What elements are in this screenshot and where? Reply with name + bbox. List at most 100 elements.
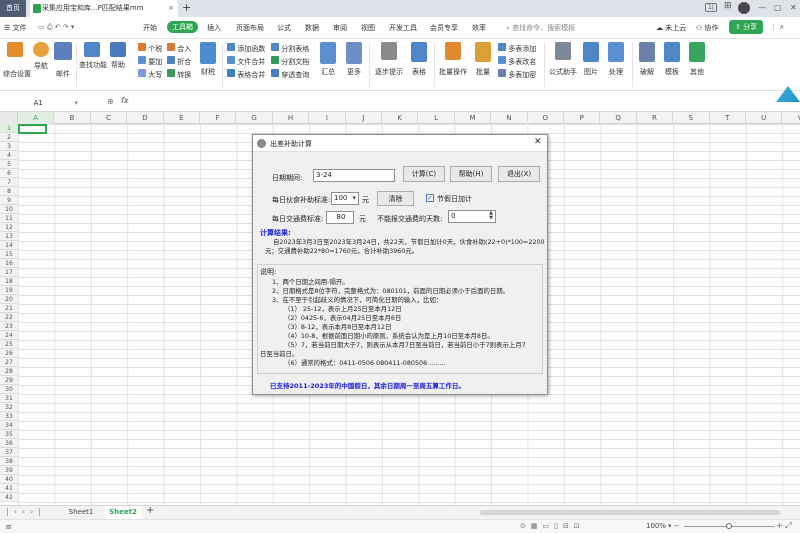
finance-button[interactable]: 财税 — [199, 42, 217, 77]
row-header-13[interactable]: 13 — [0, 232, 18, 241]
column-header-t[interactable]: T — [710, 112, 746, 124]
add-button[interactable]: 要加 — [138, 56, 162, 69]
row-header-4[interactable]: 4 — [0, 151, 18, 160]
row-header-32[interactable]: 32 — [0, 403, 18, 412]
minimize-icon[interactable]: — — [758, 3, 766, 12]
active-cell-a1[interactable] — [18, 124, 47, 134]
merge-in-button[interactable]: 合入 — [167, 43, 191, 56]
layout-switch-icon[interactable]: 1| — [705, 3, 717, 12]
other-button[interactable]: 其他 — [687, 42, 707, 77]
column-header-l[interactable]: L — [418, 112, 455, 124]
sheet-nav-arrows[interactable]: |‹‹›| — [6, 507, 46, 516]
discount-button[interactable]: 折合 — [167, 56, 191, 69]
row-header-19[interactable]: 19 — [0, 286, 18, 295]
row-header-36[interactable]: 36 — [0, 439, 18, 448]
menu-toolbox[interactable]: 工具箱 — [167, 21, 198, 33]
date-input[interactable]: 3-24 — [313, 169, 395, 182]
column-header-r[interactable]: R — [637, 112, 674, 124]
row-header-6[interactable]: 6 — [0, 169, 18, 178]
row-header-37[interactable]: 37 — [0, 448, 18, 457]
new-tab-button[interactable]: + — [182, 0, 191, 16]
row-header-23[interactable]: 23 — [0, 322, 18, 331]
formula-input[interactable] — [136, 97, 796, 109]
row-header-17[interactable]: 17 — [0, 268, 18, 277]
grid-apps-icon[interactable]: ⊞ — [724, 1, 732, 11]
add-sheet-icon[interactable]: + — [146, 505, 154, 516]
row-header-24[interactable]: 24 — [0, 331, 18, 340]
multi-rename-button[interactable]: 多表改名 — [498, 56, 536, 69]
row-header-28[interactable]: 28 — [0, 367, 18, 376]
row-header-27[interactable]: 27 — [0, 358, 18, 367]
more-menu-icon[interactable]: ⋮ ∧ — [770, 23, 784, 31]
row-header-26[interactable]: 26 — [0, 349, 18, 358]
row-header-42[interactable]: 42 — [0, 493, 18, 502]
nav-button[interactable]: 导航 — [33, 42, 49, 71]
row-header-18[interactable]: 18 — [0, 277, 18, 286]
user-avatar[interactable] — [738, 2, 750, 14]
column-header-q[interactable]: Q — [600, 112, 637, 124]
drill-query-button[interactable]: 穿透查询 — [271, 69, 309, 82]
fx-icon[interactable]: fx — [121, 96, 129, 105]
menu-data[interactable]: 数据 — [305, 23, 319, 33]
batch-button[interactable]: 批量 — [473, 42, 493, 77]
menu-page-layout[interactable]: 页面布局 — [236, 23, 264, 33]
quick-access-icons[interactable]: ▭ ⎙ ↶ ↷ ▾ — [38, 23, 74, 32]
row-header-11[interactable]: 11 — [0, 214, 18, 223]
summary-button[interactable]: 汇总 — [318, 42, 338, 77]
row-header-33[interactable]: 33 — [0, 412, 18, 421]
split-table-button[interactable]: 分割表格 — [271, 43, 309, 56]
row-header-41[interactable]: 41 — [0, 484, 18, 493]
row-header-35[interactable]: 35 — [0, 430, 18, 439]
maximize-icon[interactable]: ▢ — [774, 3, 782, 12]
row-header-14[interactable]: 14 — [0, 241, 18, 250]
template-button[interactable]: 模板 — [662, 42, 682, 77]
formula-helper-button[interactable]: 公式助手 — [548, 42, 578, 77]
help-button[interactable]: 帮助 — [110, 42, 126, 70]
column-header-n[interactable]: N — [491, 112, 528, 124]
column-header-i[interactable]: I — [309, 112, 346, 124]
row-header-12[interactable]: 12 — [0, 223, 18, 232]
row-header-29[interactable]: 29 — [0, 376, 18, 385]
row-header-3[interactable]: 3 — [0, 142, 18, 151]
zoom-lens-icon[interactable]: ⊕ — [107, 97, 114, 106]
column-header-u[interactable]: U — [746, 112, 783, 124]
menu-efficiency[interactable]: 效率 — [472, 23, 486, 33]
menu-developer[interactable]: 开发工具 — [389, 23, 417, 33]
column-header-a[interactable]: A — [18, 112, 55, 124]
menu-start[interactable]: 开始 — [143, 23, 157, 33]
no-transport-days-input[interactable]: 0 ▲ ▼ — [448, 210, 496, 223]
multi-add-button[interactable]: 多表添加 — [498, 43, 536, 56]
settings-button[interactable]: 综合设置 — [3, 42, 31, 79]
calc-button[interactable]: 计算(C) — [403, 166, 445, 182]
uppercase-button[interactable]: 大写 — [138, 69, 162, 82]
spinner-icon[interactable]: ▲ ▼ — [489, 211, 495, 221]
row-header-25[interactable]: 25 — [0, 340, 18, 349]
home-tab[interactable]: 首页 — [0, 0, 26, 17]
row-header-40[interactable]: 40 — [0, 475, 18, 484]
sheet-tab-sheet2[interactable]: Sheet2 — [104, 506, 142, 519]
row-header-30[interactable]: 30 — [0, 385, 18, 394]
row-header-38[interactable]: 38 — [0, 457, 18, 466]
zoom-in-icon[interactable]: + ⤢ — [776, 521, 792, 531]
split-doc-button[interactable]: 分割文档 — [271, 56, 309, 69]
column-header-p[interactable]: P — [564, 112, 601, 124]
batch-op-button[interactable]: 批量操作 — [438, 42, 468, 77]
tax-button[interactable]: 个税 — [138, 43, 162, 56]
document-tab[interactable]: 采集应用宝和库...P匹配结果mm × — [30, 0, 178, 17]
row-header-20[interactable]: 20 — [0, 295, 18, 304]
column-header-g[interactable]: G — [236, 112, 273, 124]
dialog-close-icon[interactable]: ✕ — [534, 137, 542, 147]
zoom-dropdown-icon[interactable]: ▾ − — [668, 522, 680, 530]
transport-input[interactable]: 80 — [326, 211, 354, 224]
collab-button[interactable]: ⚇ 协作 — [696, 23, 719, 33]
cloud-status[interactable]: ☁ 未上云 — [656, 23, 686, 33]
close-tab-icon[interactable]: × — [168, 0, 174, 17]
mail-button[interactable]: 邮件 — [54, 42, 72, 79]
column-header-b[interactable]: B — [54, 112, 91, 124]
row-header-21[interactable]: 21 — [0, 304, 18, 313]
row-header-10[interactable]: 10 — [0, 205, 18, 214]
row-header-34[interactable]: 34 — [0, 421, 18, 430]
command-search[interactable]: ⌕ 查找命令、搜索模板 — [506, 23, 575, 33]
row-header-1[interactable]: 1 — [0, 124, 18, 133]
sheet-tab-sheet1[interactable]: Sheet1 — [62, 506, 100, 519]
